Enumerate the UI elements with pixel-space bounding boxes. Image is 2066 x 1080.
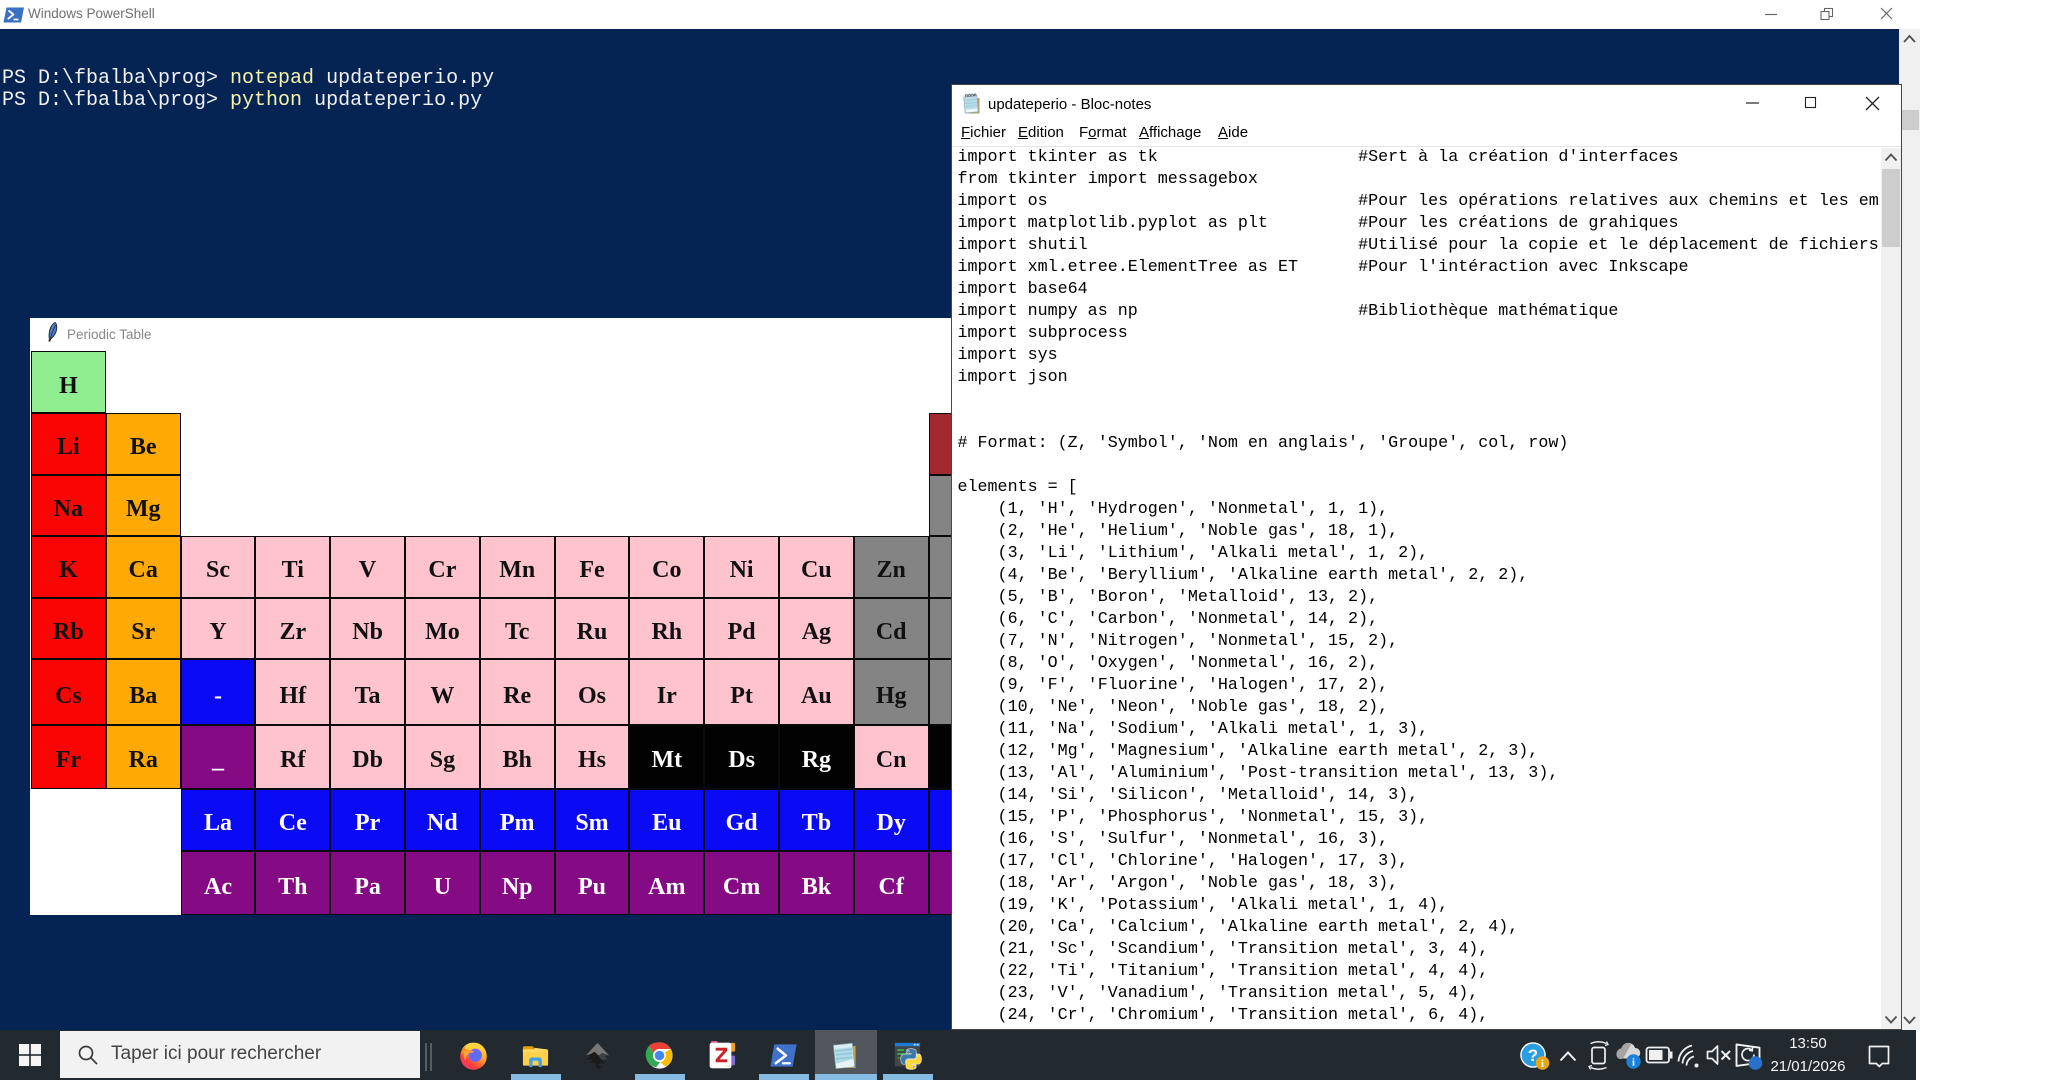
svg-text:i: i (1632, 1057, 1635, 1068)
svg-text:i: i (1541, 1059, 1544, 1070)
